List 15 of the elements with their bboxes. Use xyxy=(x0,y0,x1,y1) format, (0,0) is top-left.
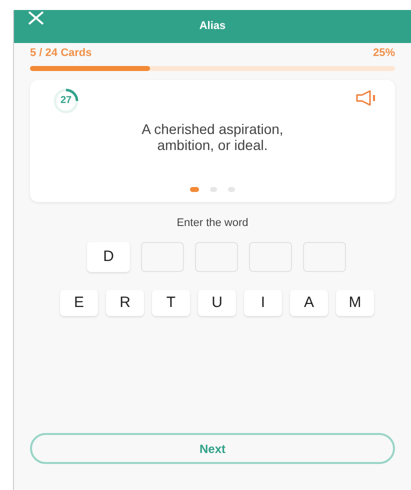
close-icon[interactable] xyxy=(28,11,44,25)
letter-key[interactable]: U xyxy=(198,290,236,316)
letter-key[interactable]: M xyxy=(336,290,374,316)
letter-key[interactable]: T xyxy=(152,290,190,316)
cards-count: 5 / 24 Cards xyxy=(30,46,92,61)
progress-percent: 25% xyxy=(372,46,395,61)
letter-key[interactable]: A xyxy=(290,290,328,316)
letter-key[interactable]: E xyxy=(60,290,98,316)
header-title: Alias xyxy=(199,19,226,34)
prompt-text: Enter the word xyxy=(176,216,248,230)
timer-icon: 27 xyxy=(53,88,79,114)
definition-text: A cherished aspiration, ambition, or ideal. xyxy=(140,120,284,152)
letter-slot[interactable]: D xyxy=(87,242,130,272)
letter-key[interactable]: I xyxy=(244,290,282,316)
letter-key[interactable]: R xyxy=(106,290,144,316)
